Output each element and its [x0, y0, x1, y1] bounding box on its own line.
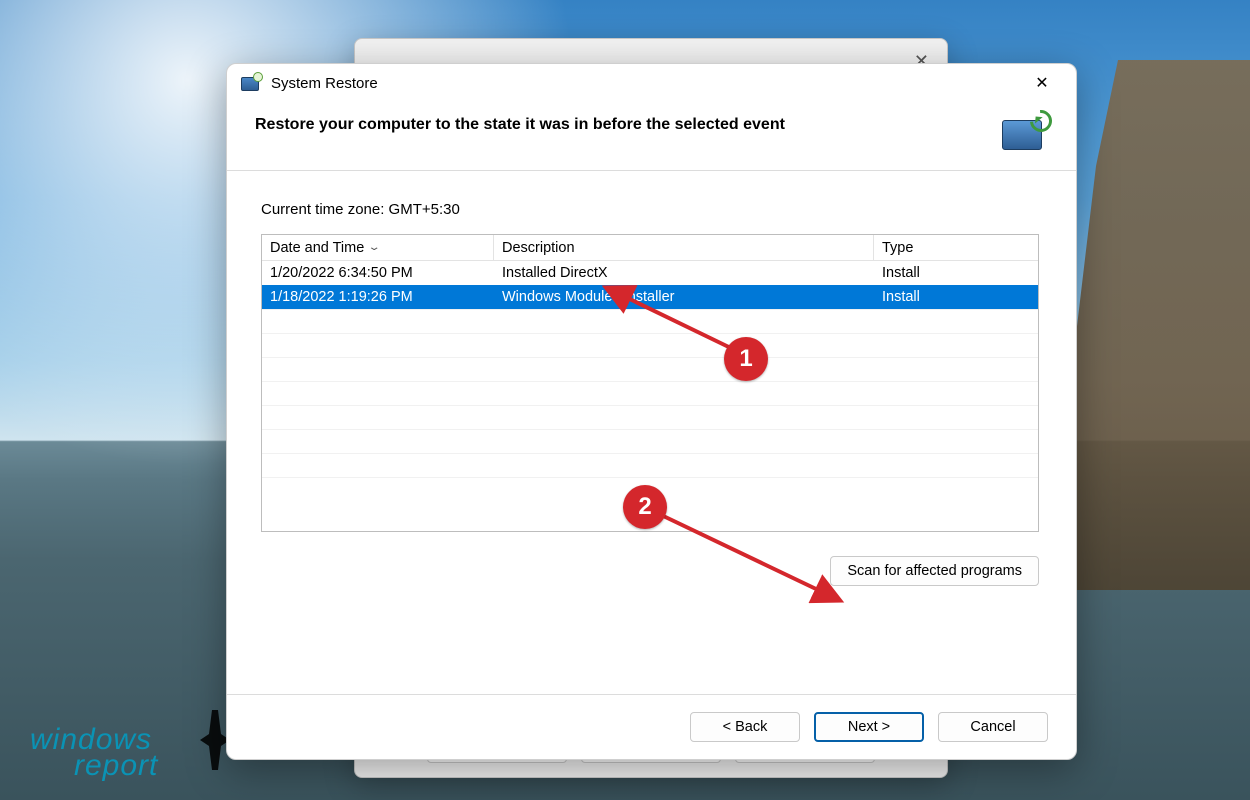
- watermark-line2: report: [74, 753, 158, 779]
- column-header-type[interactable]: Type: [874, 235, 1038, 261]
- system-restore-dialog: System Restore ✕ Restore your computer t…: [226, 63, 1077, 760]
- system-restore-icon: [241, 73, 261, 93]
- table-row-empty: [262, 453, 1038, 477]
- timezone-label: Current time zone: GMT+5:30: [261, 201, 1042, 218]
- dialog-heading: Restore your computer to the state it wa…: [255, 112, 982, 134]
- column-label: Type: [882, 240, 913, 256]
- cell-type: Install: [874, 285, 1038, 309]
- column-header-description[interactable]: Description: [494, 235, 874, 261]
- restore-icon: [1002, 112, 1048, 152]
- sort-indicator-icon: ⌄: [368, 242, 381, 253]
- back-button[interactable]: < Back: [690, 712, 800, 742]
- annotation-badge-1: 1: [724, 337, 768, 381]
- table-row-empty: [262, 429, 1038, 453]
- window-title: System Restore: [271, 75, 378, 92]
- desktop-wallpaper: ✕ System Restore ✕ Restore your computer…: [0, 0, 1250, 800]
- annotation-badge-2: 2: [623, 485, 667, 529]
- cancel-button[interactable]: Cancel: [938, 712, 1048, 742]
- table-header: Date and Time ⌄ Description Type: [262, 235, 1038, 261]
- cell-date-time: 1/20/2022 6:34:50 PM: [262, 261, 494, 285]
- titlebar[interactable]: System Restore ✕: [227, 64, 1076, 102]
- scan-affected-programs-button[interactable]: Scan for affected programs: [830, 556, 1039, 586]
- dialog-body: Current time zone: GMT+5:30 Date and Tim…: [227, 171, 1076, 694]
- table-row-empty: [262, 381, 1038, 405]
- watermark: windows report: [30, 727, 158, 778]
- column-header-date-time[interactable]: Date and Time ⌄: [262, 235, 494, 261]
- table-row-empty: [262, 405, 1038, 429]
- close-button[interactable]: ✕: [1022, 68, 1062, 98]
- cell-type: Install: [874, 261, 1038, 285]
- next-button[interactable]: Next >: [814, 712, 924, 742]
- dialog-header: Restore your computer to the state it wa…: [227, 102, 1076, 170]
- cell-date-time: 1/18/2022 1:19:26 PM: [262, 285, 494, 309]
- annotation-arrow-2: [637, 501, 857, 611]
- column-label: Date and Time: [270, 240, 364, 256]
- dialog-footer: < Back Next > Cancel: [227, 695, 1076, 759]
- column-label: Description: [502, 240, 575, 256]
